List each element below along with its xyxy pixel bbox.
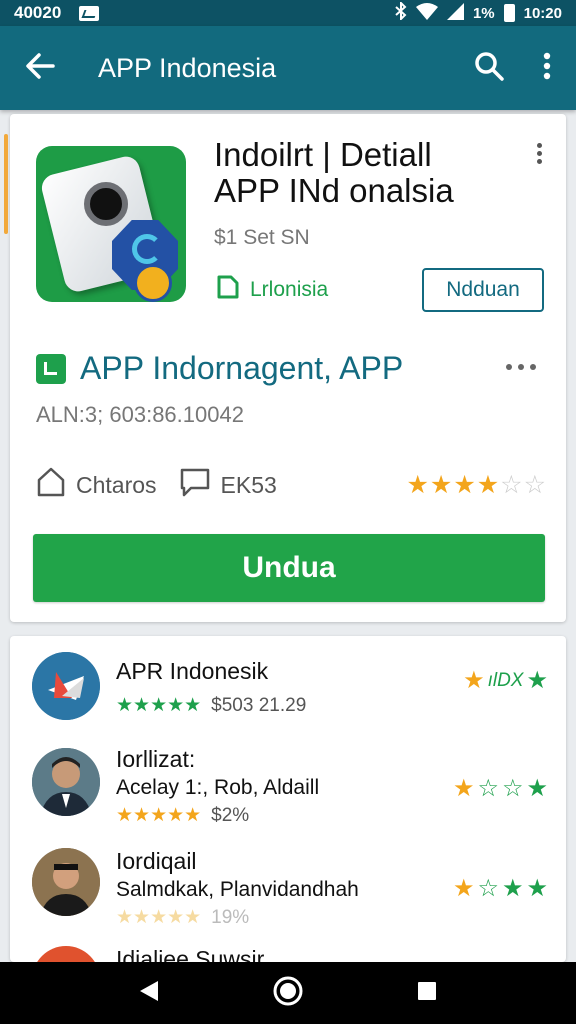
home-icon: [36, 466, 66, 504]
sub-title: APP Indornagent, APP: [80, 350, 404, 386]
nav-recents-button[interactable]: [397, 968, 457, 1018]
install-button[interactable]: Undua: [33, 534, 545, 602]
status-time-left: 40020: [14, 3, 62, 22]
page-title: APP Indonesia: [98, 52, 277, 83]
person-avatar: [32, 848, 100, 916]
list-item-rating: ★ ☆ ☆ ★: [452, 775, 548, 802]
status-time: 10:20: [523, 4, 562, 22]
back-button[interactable]: [0, 26, 80, 110]
nav-recents-icon: [416, 980, 438, 1007]
developer-name: Lrlonisia: [250, 278, 329, 301]
stats-row: Chtaros EK53 ★ ★ ★ ★ ☆ ☆: [36, 466, 546, 504]
app-title-line2: APP INd onalsia: [214, 172, 454, 209]
nav-back-icon: [138, 979, 160, 1008]
bluetooth-icon: [395, 0, 407, 24]
list-item-meta-text: $2%: [211, 804, 250, 826]
search-icon: [474, 51, 504, 86]
list-item-title: Idialiee Suwsir: [116, 946, 265, 962]
person-avatar: [32, 748, 100, 816]
list-item-subtitle: Acelay 1:, Rob, Aldaill: [116, 776, 320, 799]
search-button[interactable]: [460, 26, 518, 110]
overflow-menu-button[interactable]: [518, 26, 576, 110]
app-icon: [36, 146, 186, 302]
card-accent: [4, 134, 8, 234]
stat-home-label: Chtaros: [76, 471, 157, 498]
list-item-title: Iorllizat:: [116, 746, 196, 772]
battery-icon: [503, 4, 515, 22]
list-item-meta: ★★★★★ $2%: [116, 804, 250, 827]
list-item-rating: ★ ☆ ★ ★: [452, 875, 548, 902]
signal-icon: [446, 2, 464, 24]
list-item-meta: ★★★★★ $503 21.29: [116, 694, 307, 717]
battery-percent: 1%: [472, 4, 495, 22]
app-bar: APP Indonesia: [0, 26, 576, 110]
nav-back-button[interactable]: [119, 968, 179, 1018]
wifi-icon: [415, 2, 438, 24]
status-bar: 40020 1% 10:20: [0, 0, 576, 26]
app-price: $1 Set SN: [214, 226, 310, 249]
app-title-line1: Indoilrt | Detiall: [214, 136, 432, 173]
list-item-rating: ★ ılDX ★: [463, 667, 548, 694]
list-item[interactable]: Idialiee Suwsir: [10, 942, 566, 962]
stat-home[interactable]: Chtaros: [36, 466, 157, 504]
list-item-meta-text: $503 21.29: [211, 694, 307, 716]
comment-icon: [179, 467, 211, 503]
nav-home-button[interactable]: [258, 968, 318, 1018]
developer-link[interactable]: Lrlonisia: [216, 274, 328, 306]
sub-meta: ALN:3; 603:86.10042: [36, 402, 244, 427]
list-item-title: APR Indonesik: [116, 658, 269, 684]
nav-home-icon: [272, 975, 304, 1012]
list-item-subtitle: Salmdkak, Planvidandhah: [116, 878, 359, 901]
list-item-title: Iordiqail: [116, 848, 197, 874]
arrow-left-icon: [25, 52, 55, 84]
list-item-meta: ★★★★★ 19%: [116, 906, 250, 929]
list-item[interactable]: APR Indonesik ★★★★★ $503 21.29 ★ ılDX ★: [10, 650, 566, 750]
related-apps-card: APR Indonesik ★★★★★ $503 21.29 ★ ılDX ★ …: [10, 636, 566, 962]
list-item-right-text: ılDX: [487, 669, 524, 691]
more-vert-icon: [543, 52, 551, 85]
image-notification-icon: [79, 5, 100, 21]
paper-plane-avatar: [32, 652, 100, 720]
outline-action-button[interactable]: Ndduan: [422, 268, 544, 312]
sub-heading-row: APP Indornagent, APP: [36, 350, 403, 387]
list-item[interactable]: Iorllizat: Acelay 1:, Rob, Aldaill ★★★★★…: [10, 744, 566, 844]
stat-comments-label: EK53: [220, 471, 277, 498]
sub-menu-button[interactable]: [506, 364, 536, 370]
app-detail-card: Indoilrt | Detiall APP INd onalsia $1 Se…: [4, 114, 566, 622]
system-nav-bar: [0, 962, 576, 1024]
list-item-meta-text: 19%: [211, 906, 250, 928]
detail-menu-button[interactable]: [530, 140, 548, 172]
app-avatar: [32, 946, 100, 962]
rating-stars: ★ ★ ★ ★ ☆ ☆: [406, 471, 546, 499]
category-icon: [36, 353, 66, 384]
list-item[interactable]: Iordiqail Salmdkak, Planvidandhah ★★★★★ …: [10, 846, 566, 946]
stat-comments[interactable]: EK53: [179, 467, 277, 503]
document-icon: [216, 274, 240, 306]
